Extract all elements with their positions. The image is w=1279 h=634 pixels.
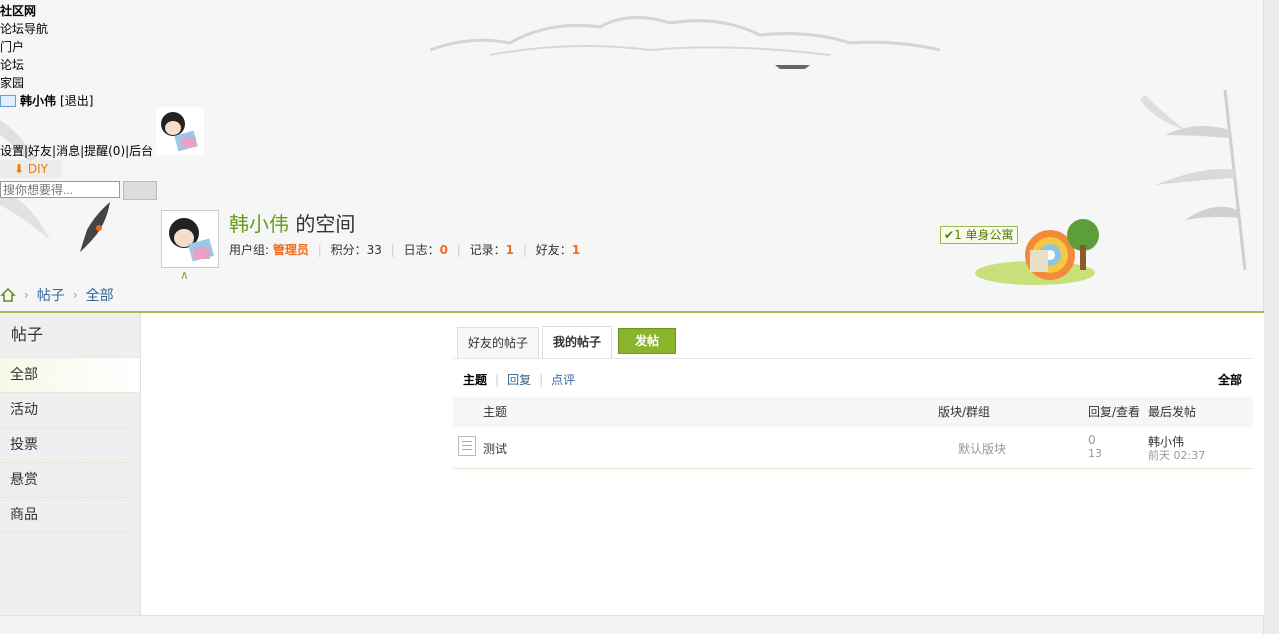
table-header: 主题 版块/群组 回复/查看 最后发帖 — [453, 397, 1253, 427]
col-reply-view: 回复/查看 — [1088, 405, 1141, 419]
blog-label: 日志： — [403, 243, 440, 257]
blog-value: 0 — [439, 243, 448, 257]
badge-level: 1 — [954, 228, 962, 242]
tabs-divider — [453, 358, 1253, 359]
post-filters: 主题 | 回复 | 点评 — [463, 373, 576, 387]
sidebar-header: 帖子 — [11, 325, 44, 344]
koi-fish-image — [80, 202, 110, 252]
apartment-badge[interactable]: ✔1 单身公寓 — [940, 226, 1018, 244]
col-last-post: 最后发帖 — [1148, 405, 1197, 419]
sidebar-item-all[interactable]: 全部 — [0, 357, 140, 393]
main-content: 帖子 全部 活动 投票 悬赏 商品 好友的帖子 我的帖子 发帖 主题 | 回复 | 点评… — [0, 311, 1264, 616]
space-owner-name[interactable]: 韩小伟 — [229, 212, 289, 236]
post-forum-link[interactable]: 默认版块 — [958, 440, 1006, 457]
document-icon — [458, 436, 476, 456]
mountain-landscape-image — [430, 15, 940, 69]
breadcrumb-arrow-icon: › — [72, 288, 78, 302]
space-title: 韩小伟 的空间 — [229, 208, 355, 237]
last-post-time: 前天 02:37 — [1148, 449, 1206, 462]
home-icon[interactable] — [0, 287, 16, 303]
filter-reply[interactable]: 回复 — [507, 373, 531, 387]
diy-label: DIY — [27, 162, 48, 176]
site-title[interactable]: 社区网 — [0, 2, 93, 20]
breadcrumb-arrow-icon: › — [24, 288, 29, 302]
sidebar-item-reward[interactable]: 悬赏 — [0, 463, 128, 498]
nav-item-forum[interactable]: 论坛 — [0, 56, 93, 74]
nav-item-home[interactable]: 家园 — [0, 74, 93, 92]
new-post-button[interactable]: 发帖 — [618, 328, 677, 354]
user-card-icon — [0, 95, 16, 107]
record-value: 1 — [505, 243, 515, 257]
logout-link[interactable]: [退出] — [60, 92, 93, 110]
col-forum: 版块/群组 — [938, 405, 991, 419]
user-stats: 用户组: 管理员 | 积分：33 | 日志：0 | 记录：1 | 好友：1 — [229, 243, 581, 257]
collapse-caret-icon[interactable]: ∧ — [180, 268, 189, 282]
group-label: 用户组: — [229, 243, 273, 257]
breadcrumb-posts[interactable]: 帖子 — [37, 285, 65, 305]
filter-all[interactable]: 全部 — [1218, 371, 1242, 388]
post-tabs: 好友的帖子 我的帖子 发帖 — [457, 326, 677, 358]
friends-label: 好友： — [535, 243, 572, 257]
site-nav-block: 社区网 论坛导航 门户 论坛 家园 韩小伟 [退出] — [0, 2, 93, 110]
space-title-suffix: 的空间 — [289, 212, 356, 236]
breadcrumb: › 帖子 › 全部 — [0, 285, 114, 305]
search-button[interactable] — [123, 181, 157, 200]
post-subject-link[interactable]: 测试 — [483, 440, 507, 457]
user-line: 韩小伟 [退出] — [0, 92, 93, 110]
user-menu[interactable]: 设置|好友|消息|提醒(0)|后台 — [0, 142, 153, 159]
avatar-large[interactable] — [161, 210, 219, 268]
filter-comment[interactable]: 点评 — [551, 373, 575, 387]
search-input[interactable] — [0, 181, 120, 198]
table-row: 测试 默认版块 0 13 韩小伟 前天 02:37 — [453, 427, 1253, 469]
nav-item-portal[interactable]: 门户 — [0, 38, 93, 56]
bamboo-image — [1140, 90, 1247, 270]
post-views: 13 — [1088, 447, 1102, 460]
col-subject: 主题 — [483, 405, 508, 419]
sidebar-item-goods[interactable]: 商品 — [0, 498, 128, 533]
breadcrumb-all[interactable]: 全部 — [86, 285, 114, 305]
sidebar-item-poll[interactable]: 投票 — [0, 428, 128, 463]
friends-value: 1 — [571, 243, 581, 257]
post-replies: 0 — [1088, 433, 1096, 447]
sidebar: 帖子 全部 活动 投票 悬赏 商品 — [0, 313, 141, 615]
username-link[interactable]: 韩小伟 — [20, 92, 56, 110]
diy-button[interactable]: ⬇ DIY — [0, 160, 62, 178]
filter-topic[interactable]: 主题 — [463, 373, 487, 387]
arrow-down-icon: ⬇ — [14, 162, 25, 176]
record-label: 记录： — [469, 243, 506, 257]
sidebar-item-activity[interactable]: 活动 — [0, 393, 128, 428]
points-label: 积分： — [330, 243, 367, 257]
avatar-small[interactable] — [156, 107, 204, 155]
tab-my-posts[interactable]: 我的帖子 — [542, 326, 613, 358]
vertical-scrollbar[interactable] — [1263, 0, 1279, 634]
checkmark-icon: ✔ — [944, 228, 955, 242]
points-value: 33 — [366, 243, 382, 257]
nav-label: 论坛导航 — [0, 22, 49, 36]
badge-text: 单身公寓 — [965, 228, 1014, 242]
group-value[interactable]: 管理员 — [273, 243, 309, 257]
tab-friends-posts[interactable]: 好友的帖子 — [457, 327, 540, 358]
